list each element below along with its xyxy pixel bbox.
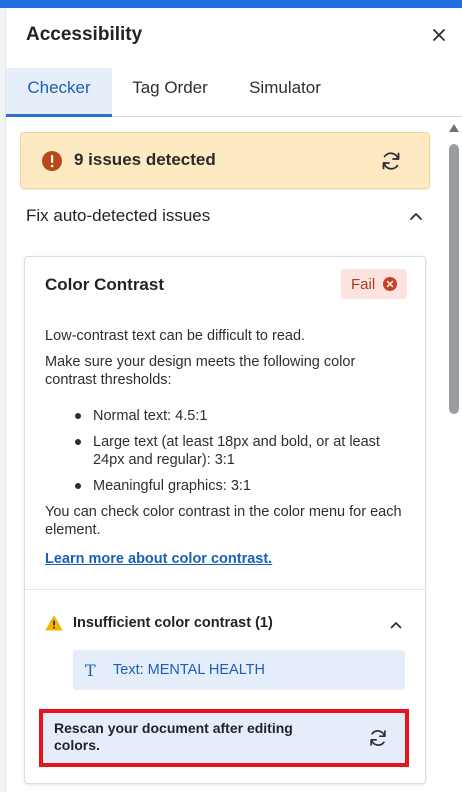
- text-type-icon: T: [85, 661, 96, 680]
- status-badge-label: Fail: [351, 276, 376, 293]
- color-contrast-card: Color Contrast Fail Low-contrast text ca…: [24, 256, 426, 784]
- accessibility-panel: Accessibility Checker Tag Order Simulato…: [6, 8, 462, 792]
- warning-icon: [45, 615, 63, 631]
- issue-title: Insufficient color contrast (1): [73, 615, 273, 631]
- scroll-up-arrow-icon[interactable]: [447, 122, 461, 134]
- close-icon: [433, 29, 445, 41]
- card-title: Color Contrast: [45, 275, 164, 294]
- list-item: Meaningful graphics: 3:1: [45, 477, 409, 495]
- flagged-element-label: Text: MENTAL HEALTH: [113, 662, 266, 678]
- description-low-contrast: Low-contrast text can be difficult to re…: [45, 328, 306, 344]
- issues-count-text: 9 issues detected: [74, 150, 216, 169]
- threshold-text: Large text (at least 18px and bold, or a…: [93, 434, 380, 468]
- threshold-list: Normal text: 4.5:1 Large text (at least …: [45, 407, 409, 503]
- refresh-icon[interactable]: [367, 727, 389, 749]
- tab-tag-order[interactable]: Tag Order: [116, 68, 224, 117]
- refresh-icon[interactable]: [379, 149, 403, 173]
- bullet-dot: [75, 483, 81, 489]
- close-button[interactable]: [428, 24, 450, 46]
- fail-x-circle-icon: [383, 277, 397, 291]
- divider: [25, 589, 425, 590]
- scrollbar[interactable]: [446, 118, 462, 792]
- panel-header: Accessibility: [6, 8, 462, 62]
- list-item: Normal text: 4.5:1: [45, 407, 409, 425]
- bullet-dot: [75, 439, 81, 445]
- rescan-notice: Rescan your document after editing color…: [39, 709, 409, 767]
- tab-bar: Checker Tag Order Simulator: [6, 68, 462, 117]
- chevron-up-icon[interactable]: [389, 618, 403, 632]
- top-accent-bar: [0, 0, 462, 8]
- bullet-dot: [75, 413, 81, 419]
- panel-title: Accessibility: [26, 24, 143, 45]
- issues-alert: 9 issues detected: [20, 132, 430, 189]
- description-thresholds: Make sure your design meets the followin…: [45, 354, 356, 388]
- threshold-text: Meaningful graphics: 3:1: [93, 478, 251, 494]
- issue-header[interactable]: Insufficient color contrast (1): [25, 607, 425, 641]
- flagged-element-item[interactable]: T Text: MENTAL HEALTH: [73, 650, 405, 690]
- tab-checker[interactable]: Checker: [6, 68, 112, 117]
- auto-detected-section-header[interactable]: Fix auto-detected issues: [20, 202, 430, 230]
- list-item: Large text (at least 18px and bold, or a…: [45, 433, 409, 469]
- section-title: Fix auto-detected issues: [26, 206, 211, 225]
- checker-content: 9 issues detected Fix auto-detected issu…: [6, 118, 462, 792]
- tab-simulator[interactable]: Simulator: [228, 68, 342, 117]
- rescan-text: Rescan your document after editing color…: [54, 720, 293, 753]
- status-badge: Fail: [341, 269, 407, 299]
- description-color-menu: You can check color contrast in the colo…: [45, 504, 402, 538]
- chevron-up-icon[interactable]: [408, 208, 424, 224]
- scroll-thumb[interactable]: [449, 144, 459, 414]
- learn-more-link[interactable]: Learn more about color contrast.: [45, 551, 272, 567]
- threshold-text: Normal text: 4.5:1: [93, 408, 208, 424]
- error-circle-icon: [42, 151, 62, 171]
